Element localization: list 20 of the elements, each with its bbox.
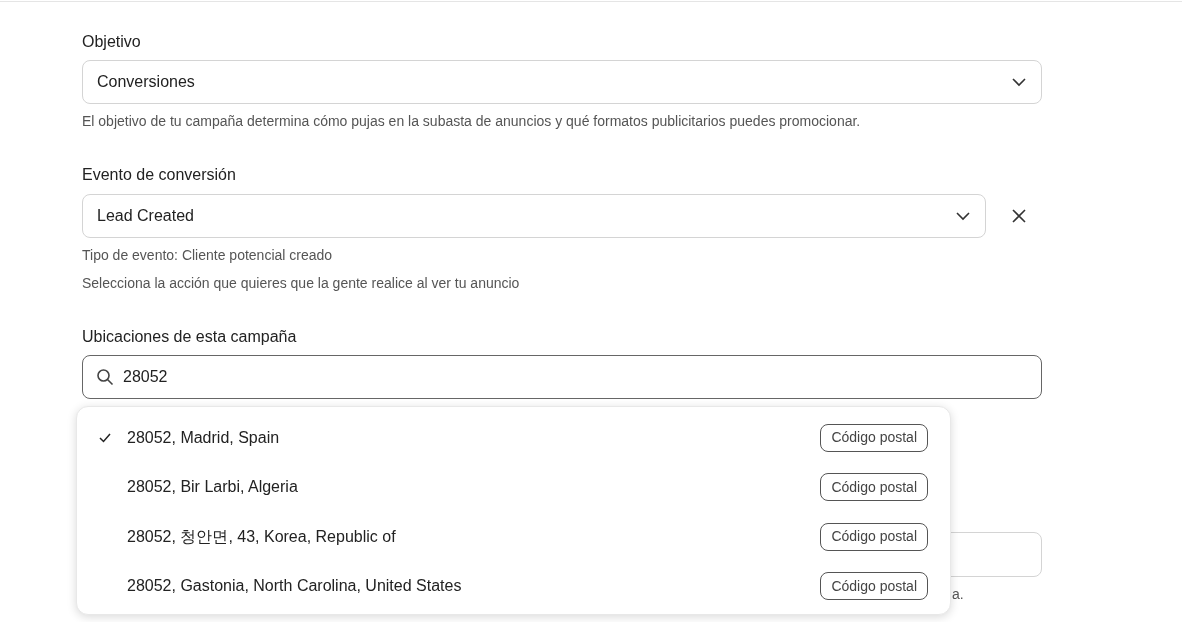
location-option[interactable]: 28052, 청안면, 43, Korea, Republic of Código postal [77, 512, 950, 562]
location-option[interactable]: 28052, Bir Larbi, Algeria Código postal [77, 462, 950, 512]
location-option[interactable]: 28052, Gastonia, North Carolina, United States Código postal [77, 561, 950, 611]
tag: Código postal [820, 572, 928, 601]
tag: Código postal [820, 473, 928, 502]
help-text: El objetivo de tu campaña determina cómo pujas en la subasta de anuncios y qué formatos publicitarios puedes promocionar. [82, 112, 862, 131]
objective-dropdown[interactable]: Conversiones [82, 60, 1042, 104]
field-label: Objetivo [82, 32, 142, 52]
field-label: Ubicaciones de esta campaña [82, 327, 298, 347]
tag: Código postal [820, 522, 928, 551]
field-label: Evento de conversión [82, 165, 237, 185]
help-text: a. [952, 585, 964, 604]
event-type-text: Tipo de evento: Cliente potencial creado [82, 246, 334, 265]
help-text: Selecciona la acción que quieres que la gente realice al ver tu anuncio [82, 274, 521, 293]
location-option[interactable]: 28052, Madrid, Spain Código postal [77, 413, 950, 463]
close-button[interactable] [1010, 207, 1028, 225]
conversion-event-dropdown[interactable]: Lead Created [82, 194, 986, 238]
search-field[interactable]: 28052 [82, 355, 1042, 399]
tag: Código postal [820, 423, 928, 452]
search-icon [96, 368, 114, 386]
